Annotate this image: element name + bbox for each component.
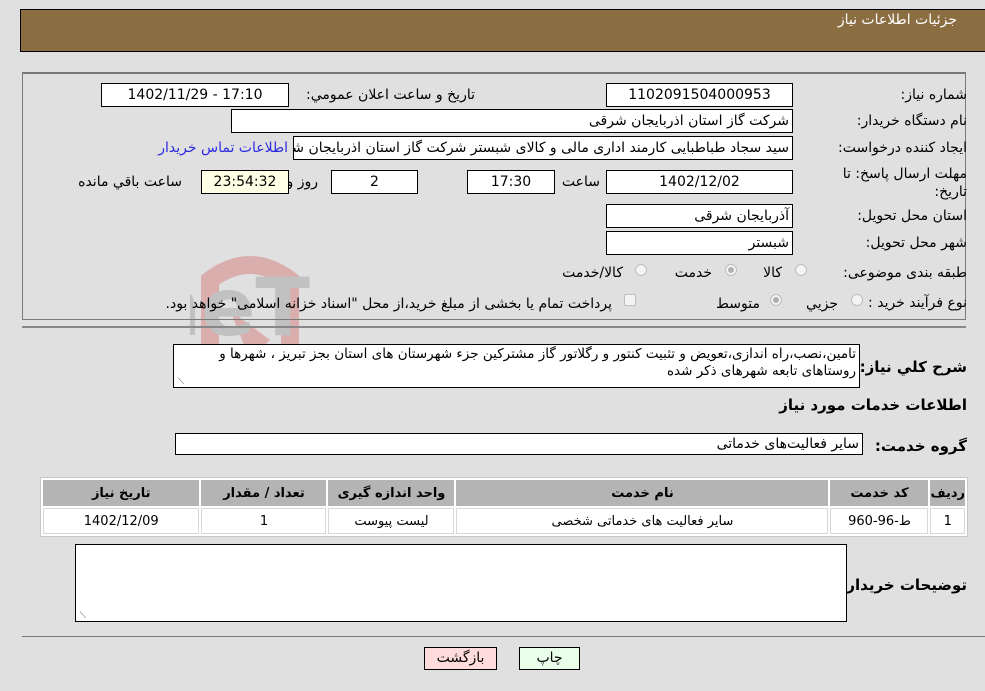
description-textarea[interactable]: تامین،نصب،راه اندازی،تعویض و تثبیت کنتور… — [173, 344, 860, 388]
table-header-row: رديف کد خدمت نام خدمت واحد اندازه گيری ت… — [43, 480, 965, 506]
buyer-contact-link[interactable]: اطلاعات تماس خریدار — [158, 140, 288, 156]
description-label: شرح کلي نياز: — [859, 358, 967, 376]
deadline-date-field: 1402/12/02 — [606, 170, 793, 194]
purchase-radio-medium[interactable] — [770, 294, 782, 306]
buyer-org-field: شرکت گاز استان اذربایجان شرقی — [231, 109, 793, 133]
cell-need-date: 1402/12/09 — [43, 508, 200, 534]
cell-quantity: 1 — [201, 508, 327, 534]
col-service-name: نام خدمت — [456, 480, 829, 506]
print-button[interactable]: چاپ — [519, 647, 580, 670]
purchase-radio-minor[interactable] — [851, 294, 863, 306]
requester-label: ایجاد کننده درخواست: — [838, 140, 967, 156]
col-service-code: کد خدمت — [830, 480, 929, 506]
category-radio-service[interactable] — [725, 264, 737, 276]
category-option-service: خدمت — [674, 265, 712, 281]
delivery-province-field: آذربایجان شرقی — [606, 204, 793, 228]
announce-datetime-label: تاریخ و ساعت اعلان عمومي: — [306, 87, 475, 103]
time-remaining-field: 23:54:32 — [201, 170, 289, 194]
services-section-title: اطلاعات خدمات مورد نياز — [779, 396, 967, 414]
delivery-province-label: استان محل تحویل: — [857, 208, 967, 224]
resize-grip-icon[interactable]: ⟋ — [176, 378, 184, 387]
services-table: رديف کد خدمت نام خدمت واحد اندازه گيری ت… — [40, 477, 968, 537]
need-number-label: شماره نیاز: — [900, 87, 968, 103]
buyer-notes-textarea[interactable]: ⟋ — [75, 544, 847, 622]
treasury-checkbox[interactable] — [624, 294, 636, 306]
footer-divider — [22, 636, 985, 637]
description-text: تامین،نصب،راه اندازی،تعویض و تثبیت کنتور… — [219, 346, 856, 379]
back-button[interactable]: بازگشت — [424, 647, 497, 670]
cell-service-name: سایر فعالیت های خدماتی شخصی — [456, 508, 829, 534]
col-need-date: تاريخ نياز — [43, 480, 200, 506]
service-group-field: سایر فعالیت‌های خدماتی — [175, 433, 863, 455]
section-divider — [22, 326, 966, 328]
deadline-time-label: ساعت — [561, 174, 600, 190]
buyer-org-label: نام دستگاه خريدار: — [856, 113, 967, 129]
col-quantity: تعداد / مقدار — [201, 480, 327, 506]
delivery-city-field: شبستر — [606, 231, 793, 255]
purchase-option-medium: متوسط — [716, 296, 760, 312]
category-option-goods: کالا — [763, 265, 782, 281]
service-group-label: گروه خدمت: — [874, 437, 967, 455]
cell-unit: لیست پیوست — [328, 508, 455, 534]
purchase-type-label: نوع فرآیند خرید : — [868, 295, 967, 311]
purchase-option-minor: جزيي — [806, 296, 838, 312]
category-option-goods-service: کالا/خدمت — [562, 265, 623, 281]
table-row: 1 ط-96-960 سایر فعالیت های خدماتی شخصی ل… — [43, 508, 965, 534]
deadline-time-field: 17:30 — [467, 170, 555, 194]
requester-field: سید سجاد طباطبایی کارمند اداری مالی و کا… — [293, 136, 793, 160]
treasury-note: پرداخت تمام یا بخشی از مبلغ خرید،از محل … — [165, 296, 612, 312]
days-remaining-field: 2 — [331, 170, 418, 194]
cell-row-number: 1 — [930, 508, 965, 534]
deadline-label: مهلت ارسال پاسخ: تا تاریخ: — [842, 166, 967, 200]
delivery-city-label: شهر محل تحویل: — [865, 235, 967, 251]
cell-service-code: ط-96-960 — [830, 508, 929, 534]
page-title: جزئیات اطلاعات نیاز — [837, 12, 957, 28]
time-remaining-label: ساعت باقي مانده — [78, 174, 182, 190]
category-radio-goods[interactable] — [795, 264, 807, 276]
need-number-field: 1102091504000953 — [606, 83, 793, 107]
announce-datetime-field: 1402/11/29 - 17:10 — [101, 83, 289, 107]
category-radio-goods-service[interactable] — [635, 264, 647, 276]
days-label: روز و — [286, 174, 319, 190]
col-unit: واحد اندازه گيری — [328, 480, 455, 506]
resize-grip-icon[interactable]: ⟋ — [78, 612, 86, 621]
col-row-number: رديف — [930, 480, 965, 506]
category-label: طبقه بندی موضوعی: — [843, 265, 967, 281]
buyer-notes-label: توضيحات خريدار: — [840, 576, 967, 594]
